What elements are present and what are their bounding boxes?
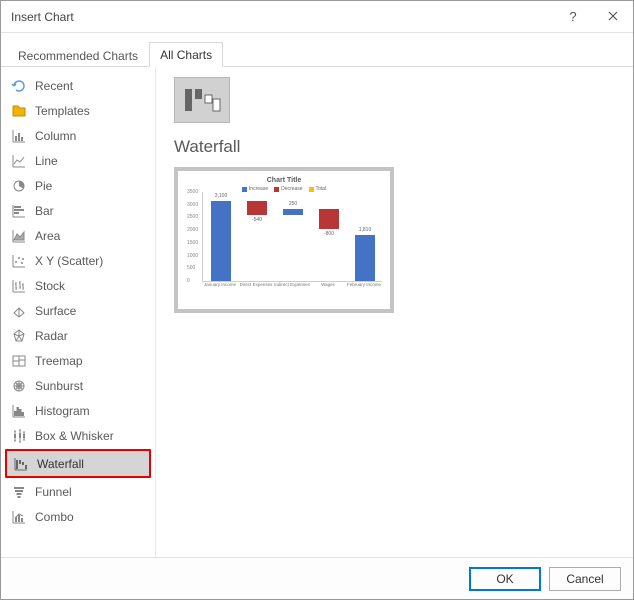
cancel-button[interactable]: Cancel — [549, 567, 621, 591]
sidebar-item-label: Box & Whisker — [35, 429, 114, 443]
sidebar-item-box-whisker[interactable]: Box & Whisker — [5, 423, 151, 448]
preview-xlabels: January Income Direct Expenses Indirect … — [202, 282, 382, 287]
sidebar-item-templates[interactable]: Templates — [5, 98, 151, 123]
dialog-title: Insert Chart — [11, 10, 553, 24]
sidebar-item-label: Area — [35, 229, 60, 243]
radar-icon — [11, 328, 27, 344]
scatter-icon — [11, 253, 27, 269]
sidebar-item-scatter[interactable]: X Y (Scatter) — [5, 248, 151, 273]
bar-february-income: 1,810 — [355, 235, 375, 282]
sidebar-item-label: Histogram — [35, 404, 90, 418]
sidebar-item-funnel[interactable]: Funnel — [5, 479, 151, 504]
titlebar-controls: ? — [553, 1, 633, 33]
sidebar-item-sunburst[interactable]: Sunburst — [5, 373, 151, 398]
chart-details-pane: Waterfall Chart Title Increase Decrease … — [156, 67, 633, 557]
preview-chart-title: Chart Title — [186, 177, 382, 184]
tab-strip: Recommended Charts All Charts — [1, 41, 633, 67]
sidebar-item-label: Column — [35, 129, 76, 143]
sidebar-item-waterfall[interactable]: Waterfall — [7, 451, 149, 476]
sidebar-item-column[interactable]: Column — [5, 123, 151, 148]
sidebar-item-surface[interactable]: Surface — [5, 298, 151, 323]
sidebar-item-label: Treemap — [35, 354, 83, 368]
chart-preview[interactable]: Chart Title Increase Decrease Total 3500… — [174, 167, 394, 313]
sunburst-icon — [11, 378, 27, 394]
sidebar-item-radar[interactable]: Radar — [5, 323, 151, 348]
help-icon: ? — [569, 9, 576, 24]
sidebar-item-label: Pie — [35, 179, 52, 193]
sidebar-item-label: Funnel — [35, 485, 72, 499]
bar-indirect-expenses: 250 — [283, 209, 303, 215]
templates-icon — [11, 103, 27, 119]
sidebar-item-label: Recent — [35, 79, 73, 93]
bar-wages: -800 — [319, 209, 339, 230]
pie-icon — [11, 178, 27, 194]
bar-icon — [11, 203, 27, 219]
stock-icon — [11, 278, 27, 294]
sidebar-item-label: Bar — [35, 204, 54, 218]
sidebar-item-pie[interactable]: Pie — [5, 173, 151, 198]
help-button[interactable]: ? — [553, 1, 593, 33]
ok-button[interactable]: OK — [469, 567, 541, 591]
subtype-waterfall[interactable] — [174, 77, 230, 123]
tab-all-charts[interactable]: All Charts — [149, 42, 223, 67]
sidebar-item-label: Sunburst — [35, 379, 83, 393]
sidebar-item-label: Waterfall — [37, 457, 84, 471]
line-icon — [11, 153, 27, 169]
sidebar-item-combo[interactable]: Combo — [5, 504, 151, 529]
sidebar-item-histogram[interactable]: Histogram — [5, 398, 151, 423]
preview-plot: 3500 3000 2500 2000 1500 1000 500 0 3,10… — [202, 192, 382, 282]
titlebar: Insert Chart ? — [1, 1, 633, 33]
sidebar-item-label: Combo — [35, 510, 74, 524]
sidebar-item-label: Stock — [35, 279, 65, 293]
box-whisker-icon — [11, 428, 27, 444]
insert-chart-dialog: Insert Chart ? Recommended Charts All Ch… — [0, 0, 634, 600]
close-icon — [608, 9, 618, 24]
bar-january-income: 3,100 — [211, 201, 231, 281]
sidebar-item-label: X Y (Scatter) — [35, 254, 103, 268]
waterfall-icon — [13, 456, 29, 472]
recent-icon — [11, 78, 27, 94]
column-icon — [11, 128, 27, 144]
sidebar-item-area[interactable]: Area — [5, 223, 151, 248]
combo-icon — [11, 509, 27, 525]
sidebar-item-label: Radar — [35, 329, 68, 343]
chart-type-heading: Waterfall — [174, 137, 615, 157]
waterfall-subtype-icon — [182, 83, 222, 118]
dialog-body: Recent Templates Column Line Pie Bar — [1, 67, 633, 557]
sidebar-item-bar[interactable]: Bar — [5, 198, 151, 223]
sidebar-item-recent[interactable]: Recent — [5, 73, 151, 98]
sidebar-item-label: Line — [35, 154, 58, 168]
treemap-icon — [11, 353, 27, 369]
sidebar-item-stock[interactable]: Stock — [5, 273, 151, 298]
sidebar-item-label: Templates — [35, 104, 90, 118]
chart-subtype-row — [174, 77, 615, 123]
sidebar-item-treemap[interactable]: Treemap — [5, 348, 151, 373]
sidebar-item-line[interactable]: Line — [5, 148, 151, 173]
chart-type-sidebar: Recent Templates Column Line Pie Bar — [1, 67, 156, 557]
tab-recommended-charts[interactable]: Recommended Charts — [7, 43, 149, 67]
bar-direct-expenses: -540 — [247, 201, 267, 215]
dialog-footer: OK Cancel — [1, 557, 633, 599]
histogram-icon — [11, 403, 27, 419]
sidebar-item-label: Surface — [35, 304, 76, 318]
selection-highlight: Waterfall — [5, 449, 151, 478]
area-icon — [11, 228, 27, 244]
funnel-icon — [11, 484, 27, 500]
close-button[interactable] — [593, 1, 633, 33]
surface-icon — [11, 303, 27, 319]
